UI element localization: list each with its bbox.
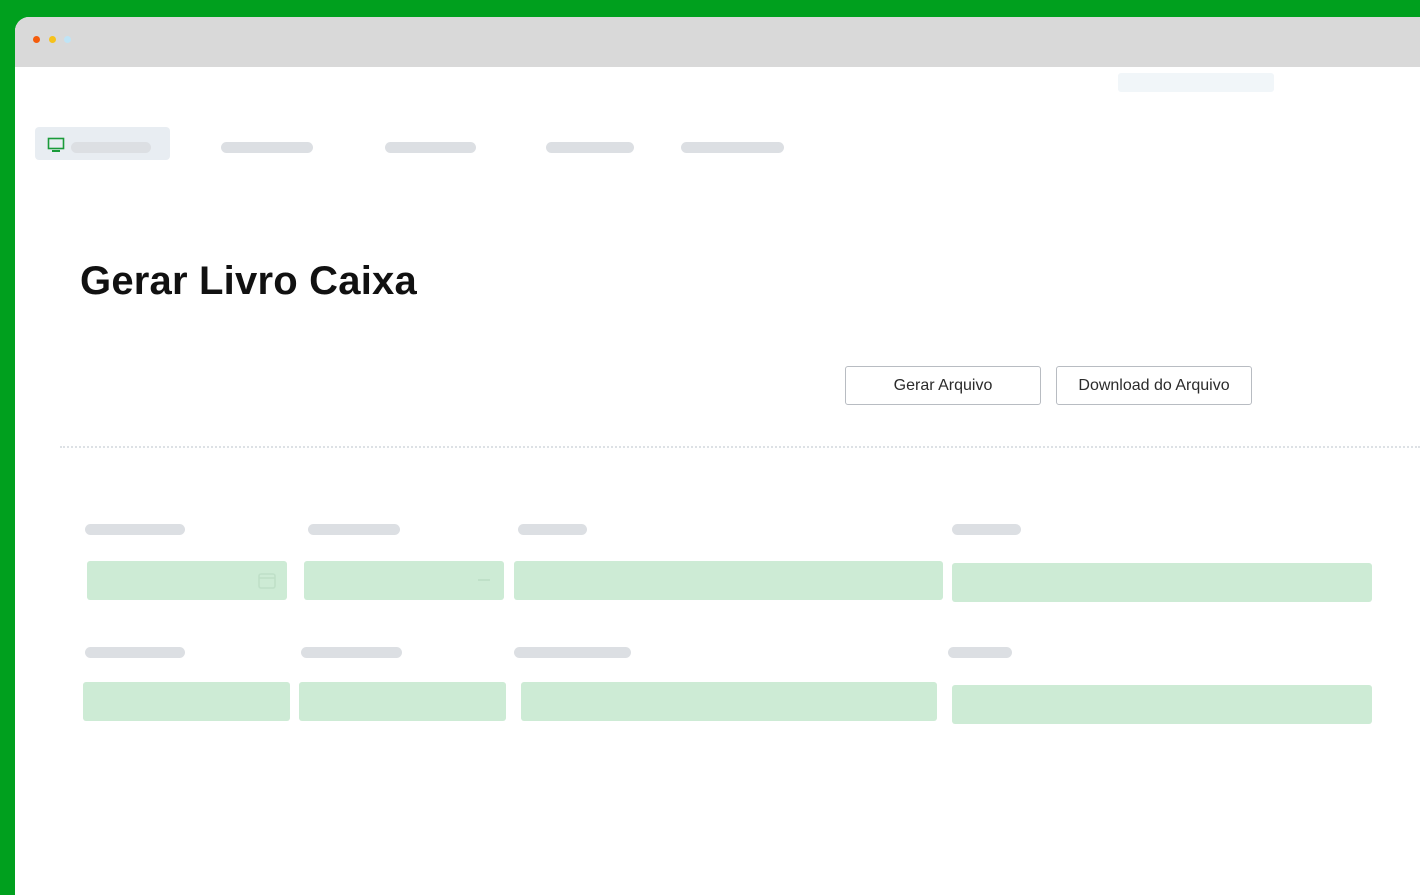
nav-tab-3[interactable]	[385, 142, 476, 153]
calendar-icon	[257, 570, 277, 590]
nav-tab-2[interactable]	[221, 142, 313, 153]
text-field-row2-1[interactable]	[83, 682, 290, 721]
nav-tab-4[interactable]	[546, 142, 634, 153]
maximize-window-dot[interactable]	[64, 36, 71, 43]
field-label-placeholder	[308, 524, 400, 535]
field-label-placeholder	[518, 524, 587, 535]
date-start-field[interactable]	[87, 561, 287, 600]
text-field-wide[interactable]	[514, 561, 943, 600]
field-label-placeholder	[514, 647, 631, 658]
minimize-window-dot[interactable]	[49, 36, 56, 43]
generate-file-button[interactable]: Gerar Arquivo	[845, 366, 1041, 405]
text-field-row2-2[interactable]	[299, 682, 506, 721]
nav-tab-label-placeholder	[71, 142, 151, 153]
page-title: Gerar Livro Caixa	[80, 259, 417, 303]
app-window: Gerar Livro Caixa Gerar Arquivo Download…	[15, 17, 1420, 895]
text-field-row2-3[interactable]	[521, 682, 937, 721]
monitor-icon	[47, 137, 65, 153]
download-file-button[interactable]: Download do Arquivo	[1056, 366, 1252, 405]
nav-tab-5[interactable]	[681, 142, 784, 153]
section-divider	[60, 446, 1420, 448]
field-label-placeholder	[301, 647, 402, 658]
field-label-placeholder	[85, 647, 185, 658]
text-field-row2-4[interactable]	[952, 685, 1372, 724]
field-label-placeholder	[952, 524, 1021, 535]
nav-tab-active[interactable]	[35, 127, 170, 160]
date-end-field[interactable]	[304, 561, 504, 600]
close-window-dot[interactable]	[33, 36, 40, 43]
field-label-placeholder	[948, 647, 1012, 658]
dash-icon	[474, 570, 494, 590]
title-bar	[15, 17, 1420, 67]
top-search-placeholder[interactable]	[1118, 73, 1274, 92]
field-label-placeholder	[85, 524, 185, 535]
text-field-right[interactable]	[952, 563, 1372, 602]
